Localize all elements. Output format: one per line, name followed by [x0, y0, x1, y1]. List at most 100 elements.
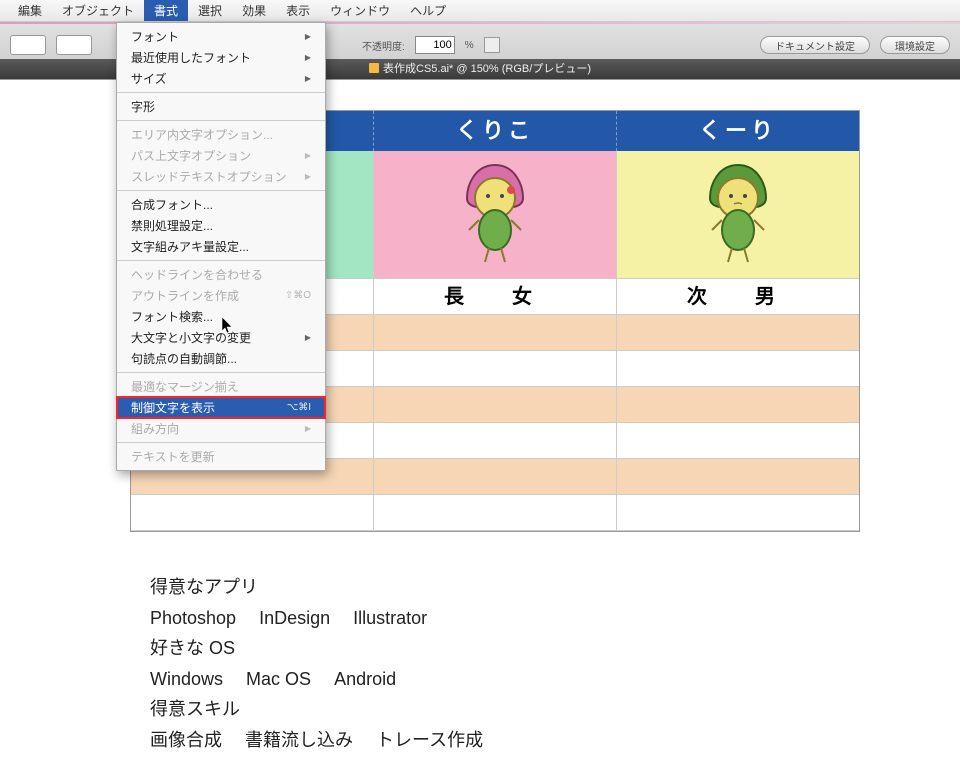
menu-item: エリア内文字オプション...	[117, 124, 325, 145]
menu-item-label: 字形	[131, 98, 155, 115]
menu-separator	[117, 120, 325, 121]
header-cell-3: くーり	[616, 111, 859, 151]
menu-separator	[117, 190, 325, 191]
menu-effect[interactable]: 効果	[232, 0, 276, 21]
percent-label: %	[465, 40, 474, 51]
article-text: 得意なアプリ Photoshop InDesign Illustrator 好き…	[150, 572, 960, 756]
menubar: 編集 オブジェクト 書式 選択 効果 表示 ウィンドウ ヘルプ	[0, 0, 960, 22]
character-cell-kuuri	[616, 151, 859, 279]
menu-item: 最適なマージン揃え	[117, 376, 325, 397]
app-illustrator: Illustrator	[353, 603, 427, 634]
menu-item[interactable]: 合成フォント...	[117, 194, 325, 215]
table-cell	[131, 495, 373, 531]
type-menu-dropdown: フォント最近使用したフォントサイズ字形エリア内文字オプション... パス上文字オプ…	[116, 22, 326, 471]
menu-type[interactable]: 書式	[144, 0, 188, 21]
menu-item-label: スレッドテキストオプション	[131, 168, 287, 185]
menu-separator	[117, 442, 325, 443]
table-cell	[616, 351, 859, 387]
menu-item: スレッドテキストオプション	[117, 166, 325, 187]
app-photoshop: Photoshop	[150, 603, 236, 634]
menu-separator	[117, 372, 325, 373]
app-indesign: InDesign	[259, 603, 330, 634]
menu-item-label: フォント検索...	[131, 308, 213, 325]
document-setup-button[interactable]: ドキュメント設定	[760, 36, 870, 54]
menu-select[interactable]: 選択	[188, 0, 232, 21]
menu-item[interactable]: フォント検索...	[117, 306, 325, 327]
table-cell	[616, 459, 859, 495]
menu-item[interactable]: フォント	[117, 26, 325, 47]
menu-item[interactable]: 禁則処理設定...	[117, 215, 325, 236]
opacity-label: 不透明度:	[362, 38, 405, 53]
table-cell	[373, 351, 616, 387]
skill-composite: 画像合成	[150, 725, 222, 756]
os-mac: Mac OS	[246, 664, 311, 695]
menu-item-label: 禁則処理設定...	[131, 217, 213, 234]
character-kuuri	[698, 160, 778, 270]
apps-list: Photoshop InDesign Illustrator	[150, 603, 960, 634]
table-cell	[616, 495, 859, 531]
menu-item: ヘッドラインを合わせる	[117, 264, 325, 285]
menu-item-label: 文字組みアキ量設定...	[131, 238, 249, 255]
menu-item-label: 最適なマージン揃え	[131, 378, 239, 395]
label-cell-2: 長 女	[373, 279, 616, 315]
os-android: Android	[334, 664, 396, 695]
header-cell-2: くりこ	[373, 111, 616, 151]
menu-item-label: フォント	[131, 28, 179, 45]
table-cell	[373, 315, 616, 351]
heading-apps: 得意なアプリ	[150, 572, 960, 603]
character-kuriko	[455, 160, 535, 270]
menu-item[interactable]: 大文字と小文字の変更	[117, 327, 325, 348]
skills-list: 画像合成 書籍流し込み トレース作成	[150, 725, 960, 756]
os-list: Windows Mac OS Android	[150, 664, 960, 695]
skill-trace: トレース作成	[376, 725, 483, 756]
skill-book-flow: 書籍流し込み	[245, 725, 353, 756]
heading-os: 好きな OS	[150, 633, 960, 664]
menu-item-shortcut: ⌥⌘I	[287, 402, 311, 413]
character-cell-kuriko	[373, 151, 616, 279]
menu-item-label: テキストを更新	[131, 448, 215, 465]
menu-help[interactable]: ヘルプ	[400, 0, 456, 21]
menu-view[interactable]: 表示	[276, 0, 320, 21]
menu-item-label: エリア内文字オプション...	[131, 126, 273, 143]
menu-item: パス上文字オプション	[117, 145, 325, 166]
table-cell	[373, 459, 616, 495]
menu-item-label: ヘッドラインを合わせる	[131, 266, 263, 283]
selector-dropdown-2[interactable]	[56, 35, 92, 55]
menu-item-label: サイズ	[131, 70, 167, 87]
menu-item-label: 最近使用したフォント	[131, 49, 251, 66]
menu-item[interactable]: 制御文字を表示 ⌥⌘I	[117, 397, 325, 418]
table-cell	[616, 387, 859, 423]
menu-item-label: 合成フォント...	[131, 196, 213, 213]
menu-item-label: アウトラインを作成	[131, 287, 239, 304]
preferences-button[interactable]: 環境設定	[880, 36, 950, 54]
menu-item[interactable]: サイズ	[117, 68, 325, 89]
menu-item[interactable]: 最近使用したフォント	[117, 47, 325, 68]
menu-item-label: 句読点の自動調節...	[131, 350, 237, 367]
table-cell	[373, 495, 616, 531]
menu-item[interactable]: 文字組みアキ量設定...	[117, 236, 325, 257]
os-windows: Windows	[150, 664, 223, 695]
document-icon	[369, 63, 379, 73]
table-cell	[373, 387, 616, 423]
document-tab-label: 表作成CS5.ai* @ 150% (RGB/プレビュー)	[383, 63, 591, 75]
menu-item: アウトラインを作成 ⇧⌘O	[117, 285, 325, 306]
label-cell-3: 次 男	[616, 279, 859, 315]
menu-item: 組み方向	[117, 418, 325, 439]
menu-separator	[117, 92, 325, 93]
menu-object[interactable]: オブジェクト	[52, 0, 144, 21]
heading-skills: 得意スキル	[150, 694, 960, 725]
menu-edit[interactable]: 編集	[8, 0, 52, 21]
menu-item-label: 組み方向	[131, 420, 179, 437]
table-cell	[373, 423, 616, 459]
opacity-input[interactable]	[415, 36, 455, 54]
selector-dropdown-1[interactable]	[10, 35, 46, 55]
tool-toggle-icon[interactable]	[484, 37, 500, 53]
menu-item-shortcut: ⇧⌘O	[285, 290, 311, 301]
menu-window[interactable]: ウィンドウ	[320, 0, 400, 21]
menu-item[interactable]: 字形	[117, 96, 325, 117]
menu-separator	[117, 260, 325, 261]
menu-item[interactable]: 句読点の自動調節...	[117, 348, 325, 369]
table-row	[131, 495, 859, 531]
menu-item-label: 制御文字を表示	[131, 399, 215, 416]
menu-item-label: 大文字と小文字の変更	[131, 329, 251, 346]
